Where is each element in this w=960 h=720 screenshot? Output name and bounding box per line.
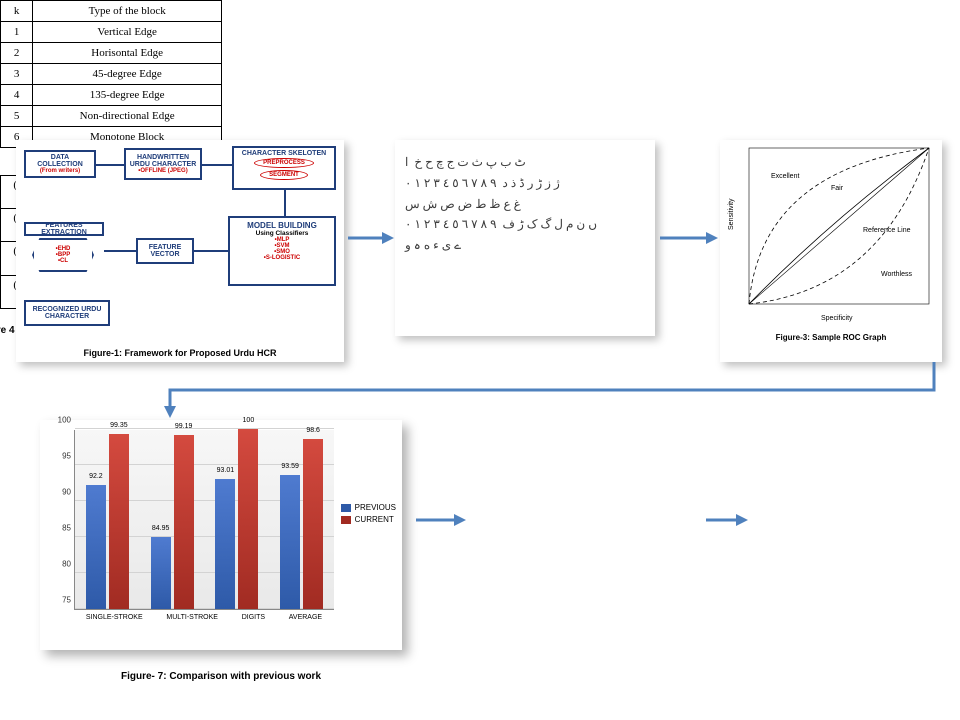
bar-value-label: 92.2 bbox=[89, 473, 103, 480]
roc-label-fair: Fair bbox=[831, 185, 844, 192]
box-recognized: RECOGNIZED URDU CHARACTER bbox=[24, 300, 110, 326]
chart-ytick: 100 bbox=[51, 416, 71, 425]
cell-k: 5 bbox=[1, 106, 33, 127]
box-features-title: FEATURES EXTRACTION bbox=[24, 222, 104, 236]
cell-k: 3 bbox=[1, 64, 33, 85]
sublabel: (From writers) bbox=[40, 168, 80, 174]
label: FEATURES EXTRACTION bbox=[28, 222, 100, 236]
arrow-icon bbox=[104, 250, 136, 252]
bar-value-label: 100 bbox=[243, 417, 255, 424]
chart-xtick: AVERAGE bbox=[289, 614, 322, 621]
chart-xtick: SINGLE-STROKE bbox=[86, 614, 143, 621]
bar: 92.2 bbox=[86, 485, 106, 609]
hw-line: ٹ ب پ ث ت ج چ ح خ ا bbox=[405, 154, 645, 171]
cell-k: 2 bbox=[1, 43, 33, 64]
handwriting-lines: ٹ ب پ ث ت ج چ ح خ ا ژ ز ڑ ر ڈ ذ د ٩ ٨ ٧ … bbox=[395, 140, 655, 268]
chart-ytick: 75 bbox=[51, 596, 71, 605]
bar: 99.35 bbox=[109, 434, 129, 609]
bar: 93.01 bbox=[215, 479, 235, 609]
hw-line: ے ی ء ه ہ و bbox=[405, 237, 645, 254]
roc-ylabel: Sensitivity bbox=[728, 198, 735, 230]
panel-roc: Excellent Fair Reference Line Worthless … bbox=[720, 140, 942, 362]
cell-type: 135-degree Edge bbox=[33, 85, 222, 106]
box-feature-vector: FEATURE VECTOR bbox=[136, 238, 194, 264]
chart-xlabels: SINGLE-STROKE MULTI-STROKE DIGITS AVERAGE bbox=[74, 614, 334, 621]
panel-bar-chart: 758085909510092.299.3584.9599.1993.01100… bbox=[40, 420, 402, 650]
roc-label-excellent: Excellent bbox=[771, 173, 799, 180]
legend-prev: PREVIOUS bbox=[355, 503, 396, 512]
roc-label-worthless: Worthless bbox=[881, 271, 912, 278]
box-handwritten: HANDWRITTEN URDU CHARACTER •OFFLINE (JPE… bbox=[124, 148, 202, 180]
box-data-collection: DATA COLLECTION (From writers) bbox=[24, 150, 96, 178]
hw-line: غ ع ظ ط ض ص ش س bbox=[405, 196, 645, 213]
arrow-icon bbox=[194, 250, 228, 252]
legend-cur: CURRENT bbox=[355, 515, 394, 524]
connector-arrow-icon bbox=[414, 510, 466, 530]
oval-segment: SEGMENT bbox=[260, 170, 308, 180]
flowchart-caption: Figure-1: Framework for Proposed Urdu HC… bbox=[16, 348, 344, 358]
col-type: Type of the block bbox=[33, 1, 222, 22]
cell-type: Vertical Edge bbox=[33, 22, 222, 43]
arrow-icon bbox=[284, 190, 286, 216]
connector-arrow-icon bbox=[658, 228, 718, 248]
arrow-icon bbox=[202, 164, 232, 166]
chart-ytick: 85 bbox=[51, 524, 71, 533]
chart-xtick: MULTI-STROKE bbox=[166, 614, 218, 621]
cell-type: Non-directional Edge bbox=[33, 106, 222, 127]
hw-line: ں ن م ل گ ک ڑ ف ٩ ٨ ٧ ٦ ٥ ٤ ٣ ٢ ١ ٠ bbox=[405, 216, 645, 233]
chart-caption: Figure- 7: Comparison with previous work bbox=[40, 671, 402, 682]
chart-plot-area: 758085909510092.299.3584.9599.1993.01100… bbox=[74, 430, 334, 610]
chart-ytick: 90 bbox=[51, 488, 71, 497]
bullet: •S-LOGISTIC bbox=[264, 255, 300, 261]
panel-handwriting: ٹ ب پ ث ت ج چ ح خ ا ژ ز ڑ ر ڈ ذ د ٩ ٨ ٧ … bbox=[395, 140, 655, 336]
sublabel: •OFFLINE (JPEG) bbox=[138, 168, 187, 174]
bar-value-label: 99.35 bbox=[110, 422, 128, 429]
label: FEATURE VECTOR bbox=[140, 244, 190, 258]
label: CHARACTER SKELOTEN bbox=[242, 150, 326, 157]
chart-xtick: DIGITS bbox=[242, 614, 265, 621]
roc-caption: Figure-3: Sample ROC Graph bbox=[720, 329, 942, 348]
col-k: k bbox=[1, 1, 33, 22]
connector-arrow-icon bbox=[346, 228, 394, 248]
bar: 100 bbox=[238, 429, 258, 609]
block-types-table: kType of the block 1Vertical Edge2Horiso… bbox=[0, 0, 222, 148]
cell-k: 1 bbox=[1, 22, 33, 43]
bar-value-label: 84.95 bbox=[152, 525, 170, 532]
label: DATA COLLECTION bbox=[28, 154, 92, 168]
box-model: MODEL BUILDING Using Classifiers •MLP •S… bbox=[228, 216, 336, 286]
arrow-icon bbox=[96, 164, 124, 166]
label: MODEL BUILDING bbox=[247, 221, 317, 230]
bar: 98.6 bbox=[303, 439, 323, 609]
bar-value-label: 98.6 bbox=[306, 427, 320, 434]
connector-arrow-icon bbox=[164, 360, 944, 420]
hex-features: •EHD •BPP •CL bbox=[32, 238, 94, 272]
roc-plot: Excellent Fair Reference Line Worthless … bbox=[720, 140, 942, 326]
cell-type: 45-degree Edge bbox=[33, 64, 222, 85]
bar-value-label: 93.01 bbox=[217, 467, 235, 474]
bar-value-label: 93.59 bbox=[281, 463, 299, 470]
label: RECOGNIZED URDU CHARACTER bbox=[28, 306, 106, 320]
box-skeleton: CHARACTER SKELOTEN PREPROCESS SEGMENT bbox=[232, 146, 336, 190]
chart-ytick: 80 bbox=[51, 560, 71, 569]
bullet: •CL bbox=[58, 258, 68, 264]
bar: 99.19 bbox=[174, 435, 194, 609]
chart-ytick: 95 bbox=[51, 452, 71, 461]
panel-flowchart: DATA COLLECTION (From writers) HANDWRITT… bbox=[16, 140, 344, 362]
roc-xlabel: Specificity bbox=[821, 315, 853, 322]
connector-arrow-icon bbox=[704, 510, 748, 530]
chart-legend: PREVIOUS CURRENT bbox=[341, 500, 396, 527]
bar-value-label: 99.19 bbox=[175, 423, 193, 430]
label: HANDWRITTEN URDU CHARACTER bbox=[128, 154, 198, 168]
oval-preprocess: PREPROCESS bbox=[254, 158, 314, 168]
cell-k: 4 bbox=[1, 85, 33, 106]
cell-type: Horisontal Edge bbox=[33, 43, 222, 64]
sublabel: Using Classifiers bbox=[256, 230, 309, 237]
roc-label-reference: Reference Line bbox=[863, 227, 911, 234]
bar: 93.59 bbox=[280, 475, 300, 609]
bar: 84.95 bbox=[151, 537, 171, 609]
hw-line: ژ ز ڑ ر ڈ ذ د ٩ ٨ ٧ ٦ ٥ ٤ ٣ ٢ ١ ٠ bbox=[405, 175, 645, 192]
